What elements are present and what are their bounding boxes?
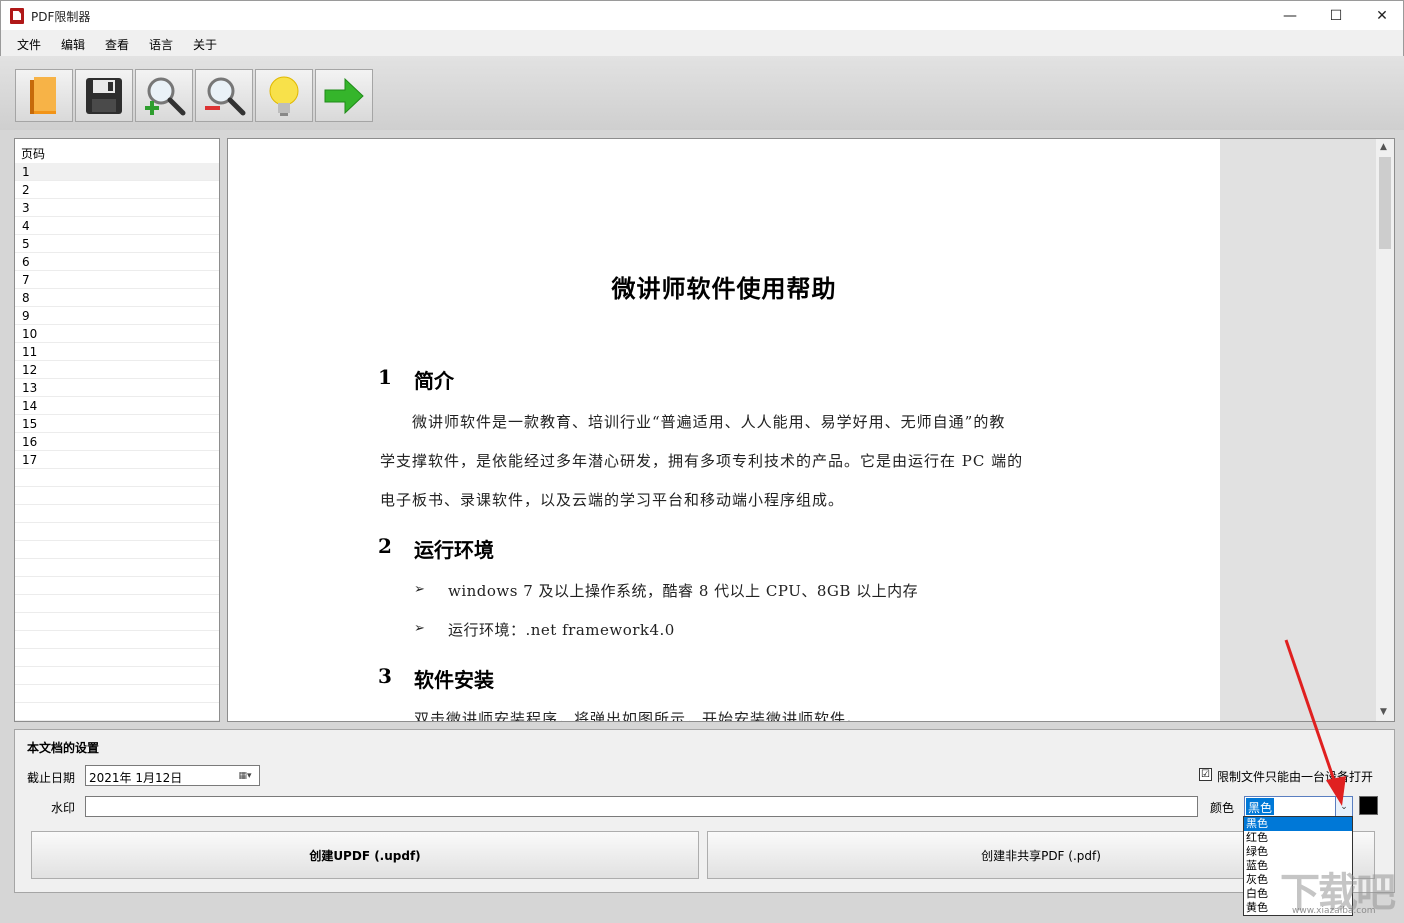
scroll-thumb[interactable] (1379, 157, 1391, 249)
arrow-right-icon (324, 77, 364, 114)
section-number: 3 (378, 664, 392, 688)
empty-row (15, 631, 219, 649)
page-row[interactable]: 3 (15, 199, 219, 217)
menu-file[interactable]: 文件 (17, 36, 41, 53)
section-title: 运行环境 (414, 538, 494, 562)
app-icon (10, 8, 24, 24)
toolbar (0, 56, 1404, 130)
site-watermark-logo: 下载吧 www.xiazaiba.com (1280, 860, 1404, 922)
zoom-in-button[interactable] (135, 69, 193, 122)
page-row[interactable]: 4 (15, 217, 219, 235)
scroll-up-icon[interactable]: ▲ (1380, 142, 1387, 152)
empty-row (15, 577, 219, 595)
page-list: 页码 1 2 3 4 5 6 7 8 9 10 11 12 13 14 15 1… (14, 138, 220, 722)
open-icon (30, 76, 56, 114)
save-button[interactable] (75, 69, 133, 122)
document-page: 微讲师软件使用帮助 1 简介 微讲师软件是一款教育、培训行业“普遍适用、人人能用… (228, 139, 1220, 721)
page-row[interactable]: 13 (15, 379, 219, 397)
zoom-out-icon (205, 77, 246, 115)
color-option[interactable]: 绿色 (1244, 845, 1352, 859)
page-row[interactable]: 6 (15, 253, 219, 271)
page-row[interactable]: 15 (15, 415, 219, 433)
zoom-out-button[interactable] (195, 69, 253, 122)
page-row[interactable]: 8 (15, 289, 219, 307)
watermark-label: 水印 (51, 801, 76, 815)
title-bar: PDF限制器 — ☐ ✕ (0, 0, 1404, 30)
settings-panel: 本文档的设置 截止日期 2021年 1月12日 ▦▾ 水印 ☑ 限制文件只能由一… (14, 729, 1395, 893)
color-option[interactable]: 红色 (1244, 831, 1352, 845)
page-row[interactable]: 16 (15, 433, 219, 451)
viewer-background (1220, 139, 1376, 721)
color-label: 颜色 (1210, 801, 1235, 815)
page-row[interactable]: 5 (15, 235, 219, 253)
close-button[interactable]: ✕ (1359, 1, 1404, 31)
color-swatch[interactable] (1359, 796, 1378, 815)
page-row[interactable]: 7 (15, 271, 219, 289)
zoom-in-icon (145, 77, 186, 115)
lightbulb-icon (269, 76, 299, 116)
page-row[interactable]: 1 (15, 163, 219, 181)
page-row[interactable]: 17 (15, 451, 219, 469)
empty-row (15, 487, 219, 505)
menu-bar: 文件 编辑 查看 语言 关于 (0, 30, 1404, 56)
bullet-text: 运行环境：.net framework4.0 (448, 621, 675, 639)
vertical-scrollbar[interactable]: ▲ ▼ (1376, 139, 1394, 721)
empty-row (15, 667, 219, 685)
page-row[interactable]: 14 (15, 397, 219, 415)
paragraph-line: 电子板书、录课软件，以及云端的学习平台和移动端小程序组成。 (380, 491, 845, 509)
section-title: 简介 (414, 369, 454, 393)
create-updf-button[interactable]: 创建UPDF (.updf) (31, 831, 699, 879)
page-row[interactable]: 12 (15, 361, 219, 379)
calendar-icon[interactable]: ▦▾ (234, 768, 256, 783)
bullet-icon: ➢ (414, 582, 425, 597)
empty-row (15, 613, 219, 631)
page-row[interactable]: 9 (15, 307, 219, 325)
page-row[interactable]: 2 (15, 181, 219, 199)
watermark-logo-url: www.xiazaiba.com (1292, 906, 1376, 916)
empty-row (15, 703, 219, 721)
menu-about[interactable]: 关于 (193, 36, 217, 53)
scroll-down-icon[interactable]: ▼ (1380, 707, 1387, 717)
page-row[interactable]: 11 (15, 343, 219, 361)
restrict-device-checkbox[interactable]: ☑ (1199, 768, 1212, 781)
empty-row (15, 595, 219, 613)
section-number: 1 (378, 365, 392, 389)
bullet-icon: ➢ (414, 621, 425, 636)
page-list-header: 页码 (21, 147, 46, 161)
save-icon (86, 77, 122, 114)
empty-row (15, 559, 219, 577)
document-title: 微讲师软件使用帮助 (611, 274, 837, 303)
empty-row (15, 505, 219, 523)
window-title: PDF限制器 (31, 10, 91, 24)
empty-row (15, 649, 219, 667)
bullet-text: windows 7 及以上操作系统，酷睿 8 代以上 CPU、8GB 以上内存 (448, 582, 919, 600)
expiry-label: 截止日期 (27, 771, 76, 785)
expiry-date-value: 2021年 1月12日 (89, 771, 183, 785)
open-button[interactable] (15, 69, 73, 122)
empty-row (15, 469, 219, 487)
color-option[interactable]: 黑色 (1244, 817, 1352, 831)
color-select-value: 黑色 (1246, 798, 1275, 815)
page-row[interactable]: 10 (15, 325, 219, 343)
section-number: 2 (378, 534, 392, 558)
paragraph-line: 双击微讲师安装程序，将弹出如图所示，开始安装微讲师软件。 (414, 710, 863, 722)
menu-edit[interactable]: 编辑 (61, 36, 85, 53)
document-viewer[interactable]: 微讲师软件使用帮助 1 简介 微讲师软件是一款教育、培训行业“普遍适用、人人能用… (227, 138, 1395, 722)
section-title: 软件安装 (414, 668, 494, 692)
settings-title: 本文档的设置 (27, 741, 100, 755)
expiry-date-picker[interactable]: 2021年 1月12日 ▦▾ (85, 765, 260, 786)
minimize-button[interactable]: — (1267, 1, 1313, 31)
next-button[interactable] (315, 69, 373, 122)
empty-row (15, 541, 219, 559)
menu-language[interactable]: 语言 (149, 36, 173, 53)
menu-view[interactable]: 查看 (105, 36, 129, 53)
tip-button[interactable] (255, 69, 313, 122)
paragraph-line: 学支撑软件，是依能经过多年潜心研发，拥有多项专利技术的产品。它是由运行在 PC … (380, 452, 1024, 470)
empty-row (15, 685, 219, 703)
maximize-button[interactable]: ☐ (1313, 1, 1359, 31)
annotation-arrow-icon (1284, 639, 1346, 806)
empty-row (15, 523, 219, 541)
paragraph-line: 微讲师软件是一款教育、培训行业“普遍适用、人人能用、易学好用、无师自通”的教 (380, 413, 1006, 431)
watermark-input[interactable] (85, 796, 1198, 817)
